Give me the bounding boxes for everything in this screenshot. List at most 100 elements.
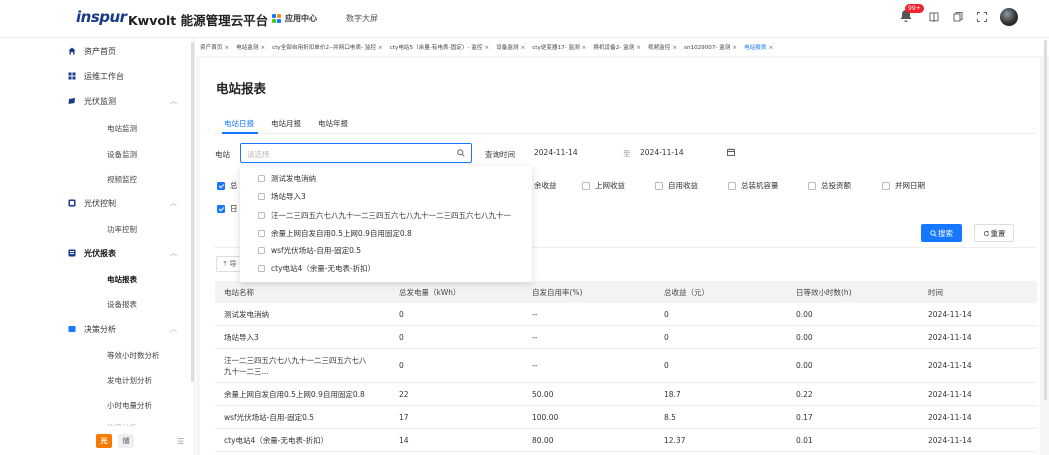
tab-label: 视频监控: [647, 45, 671, 51]
fullscreen-icon[interactable]: [976, 11, 988, 23]
user-avatar[interactable]: [1000, 8, 1018, 26]
close-icon[interactable]: ×: [636, 45, 641, 51]
dropdown-option[interactable]: cty电站4（余量-无电表-折扣）: [258, 263, 375, 274]
dropdown-option[interactable]: 测试发电消纳: [258, 173, 316, 184]
close-icon[interactable]: ×: [484, 45, 489, 51]
close-icon[interactable]: ×: [224, 45, 229, 51]
app-center-link[interactable]: 应用中心: [272, 13, 317, 24]
workbench-icon: [68, 72, 76, 80]
dropdown-option[interactable]: 余量上网自发自用0.5上网0.9自用固定0.8: [258, 228, 412, 239]
light-tag[interactable]: 光: [96, 434, 112, 448]
checkbox-total[interactable]: 总: [217, 180, 238, 191]
dropdown-option[interactable]: 汪一二三四五六七八九十一二三四五六七八九十一二三四五六七八九十一: [258, 210, 511, 221]
tab-item[interactable]: 换机设备2- 监测 ×: [593, 43, 641, 51]
close-icon[interactable]: ×: [378, 45, 383, 51]
menu-fold-icon[interactable]: ☰: [177, 437, 184, 446]
col-self-use-rate[interactable]: 自发自用率(%): [532, 287, 664, 298]
sidebar-item-equiv-hours[interactable]: 等效小时数分析: [107, 350, 160, 361]
sidebar-item-gen-plan[interactable]: 发电计划分析: [107, 375, 152, 386]
storage-tag[interactable]: 储: [118, 434, 134, 448]
sidebar-item-power-control[interactable]: 功率控制: [107, 224, 137, 235]
close-icon[interactable]: ×: [672, 45, 677, 51]
close-icon[interactable]: ×: [732, 45, 737, 51]
notification-button[interactable]: 99+: [898, 4, 924, 26]
page-title: 电站报表: [216, 81, 267, 96]
station-report-table: 电站名称 总发电量（kWh） 自发自用率(%) 总收益（元） 日等效小时数(h)…: [215, 281, 1037, 452]
data-screen-link[interactable]: 数字大屏: [346, 13, 378, 24]
tab-monthly-report[interactable]: 电站月报: [271, 118, 301, 129]
col-station-name[interactable]: 电站名称: [215, 287, 399, 298]
checkbox-box: [582, 181, 590, 190]
checkbox-surplus-income[interactable]: 余收益: [534, 180, 557, 191]
table-cell: wsf光伏场站-自用-固定0.5: [224, 412, 315, 422]
tab-daily-report[interactable]: 电站日报: [224, 118, 254, 129]
sidebar-item-station-report[interactable]: 电站报表: [107, 274, 137, 285]
tab-label: 换机设备2- 监测: [593, 45, 635, 51]
sidebar-item-hour-power[interactable]: 小时电量分析: [107, 400, 152, 411]
reset-button[interactable]: 重置: [974, 224, 1014, 242]
col-total-generation[interactable]: 总发电量（kWh）: [399, 287, 532, 298]
tab-item[interactable]: cty全部自用折扣单价2--并网口电表- 监控 ×: [272, 43, 383, 51]
date-start[interactable]: 2024-11-14: [534, 148, 578, 157]
station-select-placeholder: 请选择: [247, 150, 270, 159]
sidebar-item-asset-home[interactable]: 资产首页: [59, 41, 191, 61]
tab-label: 设备监测: [496, 45, 519, 51]
checkbox-daily[interactable]: 日: [217, 203, 238, 214]
book-icon[interactable]: [928, 11, 940, 23]
sidebar-group-decision-analysis[interactable]: 决策分析 ︿: [59, 319, 191, 339]
tab-item[interactable]: cty逆变器17- 监测 ×: [532, 43, 586, 51]
table-cell: 2024-11-14: [928, 309, 972, 319]
sidebar-item-partial[interactable]: 功率分析: [107, 422, 137, 426]
sidebar-item-label: 运维工作台: [84, 71, 124, 81]
tab-item[interactable]: 电站监测 ×: [236, 43, 265, 51]
solar-icon: [68, 98, 75, 104]
col-total-income[interactable]: 总收益（元）: [664, 287, 796, 298]
sidebar-item-device-monitor[interactable]: 设备监测: [107, 149, 137, 160]
date-range-picker[interactable]: 2024-11-14 至 2024-11-14: [526, 143, 746, 163]
table-cell: 0: [399, 332, 404, 342]
date-end[interactable]: 2024-11-14: [640, 148, 684, 157]
sidebar-scrollbar[interactable]: [191, 42, 194, 382]
page-tabs: 资产首页 × 电站监测 × cty全部自用折扣单价2--并网口电表- 监控 × cty电站5…: [200, 40, 773, 54]
col-equiv-hours[interactable]: 日等效小时数(h): [796, 287, 928, 298]
sidebar-item-ops-workbench[interactable]: 运维工作台: [59, 66, 191, 86]
col-time[interactable]: 时间: [928, 287, 1037, 298]
table-cell: 余量上网自发自用0.5上网0.9自用固定0.8: [224, 389, 365, 399]
sidebar-item-label: 资产首页: [84, 46, 116, 56]
checkbox-total-capacity[interactable]: 总装机容量: [728, 180, 779, 191]
copy-icon[interactable]: [952, 11, 964, 23]
sidebar-group-pv-report[interactable]: 光伏报表 ︿: [59, 243, 191, 263]
checkbox-self-use-income[interactable]: 自用收益: [655, 180, 698, 191]
top-header: inspur Kwvolt 能源管理云平台 应用中心 数字大屏 99+: [0, 0, 1049, 38]
sidebar-item-station-monitor[interactable]: 电站监测: [107, 123, 137, 134]
checkbox-total-investment[interactable]: 总投资额: [808, 180, 851, 191]
dropdown-option[interactable]: wsf光伏场站-自用-固定0.5: [258, 245, 361, 256]
checkbox-box: [882, 181, 890, 190]
sidebar-group-pv-monitor[interactable]: 光伏监测 ︿: [59, 91, 191, 111]
close-icon[interactable]: ×: [582, 45, 587, 51]
close-icon[interactable]: ×: [768, 45, 773, 51]
checkbox-grid-income[interactable]: 上网收益: [582, 180, 625, 191]
page-scrollbar[interactable]: [1044, 40, 1047, 400]
sidebar-item-video-monitor[interactable]: 视频监控: [107, 174, 137, 185]
tab-item[interactable]: 电站报表 ×: [744, 43, 773, 51]
close-icon[interactable]: ×: [521, 45, 526, 51]
dropdown-option-label: 汪一二三四五六七八九十一二三四五六七八九十一二三四五六七八九十一: [271, 211, 511, 220]
search-button[interactable]: 搜索: [921, 224, 962, 242]
tab-item[interactable]: cty电站5（余量-有电表-固定）- 监控 ×: [390, 43, 489, 51]
table-cell: 0.00: [796, 332, 813, 342]
tab-item[interactable]: 设备监测 ×: [496, 43, 525, 51]
checkbox-grid-date[interactable]: 并网日期: [882, 180, 925, 191]
tab-yearly-report[interactable]: 电站年报: [318, 118, 348, 129]
sidebar-group-pv-control[interactable]: 光伏控制 ︿: [59, 193, 191, 213]
tab-item[interactable]: 视频监控 ×: [648, 43, 677, 51]
tab-item[interactable]: 资产首页 ×: [200, 43, 229, 51]
dropdown-option[interactable]: 场站导入3: [258, 191, 306, 202]
sidebar-item-device-report[interactable]: 设备报表: [107, 299, 137, 310]
tab-item[interactable]: sn1029007- 监测 ×: [684, 43, 737, 51]
table-cell: 100.00: [532, 412, 559, 422]
close-icon[interactable]: ×: [260, 45, 265, 51]
tab-label: cty全部自用折扣单价2--并网口电表- 监控: [272, 45, 377, 51]
header-actions: 99+: [898, 4, 1018, 26]
station-select[interactable]: 请选择: [240, 143, 472, 163]
